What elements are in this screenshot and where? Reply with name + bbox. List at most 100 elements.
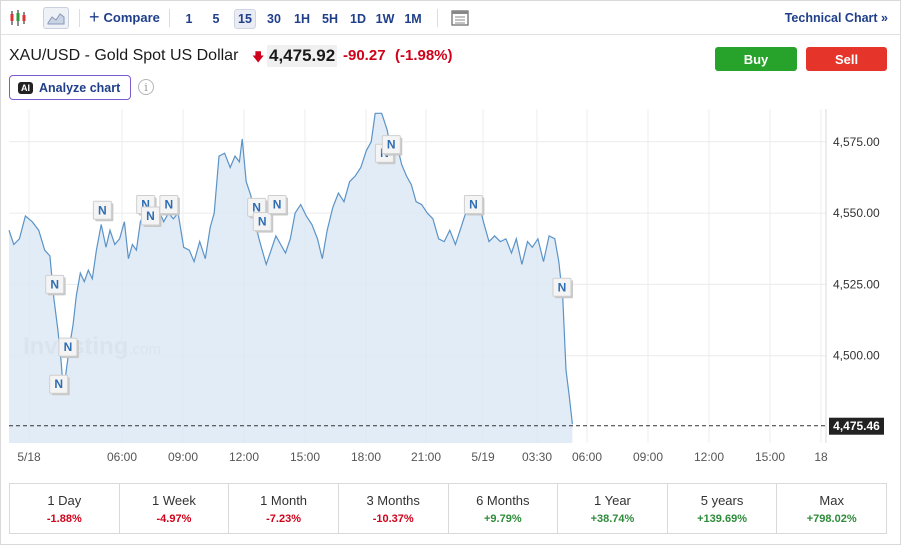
period-change: +38.74% [590,513,635,525]
x-tick-label: 09:00 [633,450,663,464]
news-marker-label: N [98,203,107,217]
chart-toolbar: + Compare 1 5 15 30 1H 5H 1D 1W 1M Techn… [1,1,900,35]
info-icon[interactable]: i [138,79,154,95]
news-marker[interactable]: N [45,274,66,296]
current-price-label: 4,475.46 [833,419,880,433]
y-tick-label: 4,550.00 [833,206,880,220]
period-1-month[interactable]: 1 Month -7.23% [229,484,339,533]
x-axis: 5/18 06:00 09:00 12:00 15:00 18:00 21:00 5/19 03… [17,450,828,464]
period-1-year[interactable]: 1 Year +38.74% [558,484,668,533]
news-marker[interactable]: N [58,337,79,359]
period-6-months[interactable]: 6 Months +9.79% [449,484,559,533]
last-price: 4,475.92 [267,45,338,67]
candlestick-chart-icon[interactable] [7,7,29,29]
timeframe-1d[interactable]: 1D [347,9,369,29]
x-tick-label: 15:00 [290,450,320,464]
period-max[interactable]: Max +798.02% [777,484,886,533]
period-5-years[interactable]: 5 years +139.69% [668,484,778,533]
period-1-day[interactable]: 1 Day -1.88% [10,484,120,533]
compare-button[interactable]: + Compare [89,7,160,27]
x-tick-label: 15:00 [755,450,785,464]
news-marker[interactable]: N [267,195,289,216]
toolbar-divider [79,9,80,27]
timeframe-5h[interactable]: 5H [319,9,341,29]
ai-badge: AI [18,81,33,94]
news-marker[interactable]: N [140,206,162,227]
table-view-icon[interactable] [449,7,471,29]
y-tick-label: 4,575.00 [833,135,880,149]
period-change: -4.97% [156,513,192,525]
instrument-title: XAU/USD - Gold Spot US Dollar [9,47,239,64]
timeframe-1h[interactable]: 1H [291,9,313,29]
timeframe-1[interactable]: 1 [182,9,196,29]
y-tick-label: 4,525.00 [833,277,880,291]
period-change: +798.02% [806,513,857,525]
period-label: 1 Week [152,493,196,508]
news-marker[interactable]: N [252,212,274,233]
period-change: +9.79% [484,513,522,525]
timeframe-5[interactable]: 5 [209,9,223,29]
technical-chart-link[interactable]: Technical Chart » [785,11,888,25]
period-change: -10.37% [372,513,414,525]
sell-button[interactable]: Sell [806,47,887,71]
news-marker[interactable]: N [463,195,485,216]
period-label: 1 Month [260,493,308,508]
news-marker[interactable]: N [49,374,70,396]
toolbar-divider [437,9,438,27]
x-tick-label: 18:00 [351,450,381,464]
x-tick-label: 12:00 [694,450,724,464]
performance-periods: 1 Day -1.88% 1 Week -4.97% 1 Month -7.23% 3 Mo… [9,483,887,534]
news-marker-label: N [258,215,267,229]
news-marker-label: N [165,198,174,212]
period-1-week[interactable]: 1 Week -4.97% [120,484,230,533]
x-tick-label: 06:00 [572,450,602,464]
period-change: -1.88% [46,513,82,525]
x-tick-label: 18 [814,450,828,464]
area-chart-icon[interactable] [43,7,69,29]
news-marker-label: N [50,277,59,291]
period-change: -7.23% [266,513,301,525]
period-change: +139.69% [697,513,747,525]
x-tick-label: 5/19 [471,450,495,464]
news-marker[interactable]: N [92,200,114,222]
news-marker[interactable]: N [552,277,573,299]
timeframe-1w[interactable]: 1W [374,9,396,29]
period-label: 6 Months [476,493,530,508]
buy-button[interactable]: Buy [715,47,797,71]
period-label: 1 Year [594,493,631,508]
analyze-chart-button[interactable]: AI Analyze chart [9,75,131,100]
arrow-down-icon: 🡇 [252,50,265,64]
period-label: 3 Months [366,493,420,508]
plus-icon: + [89,7,100,27]
x-tick-label: 09:00 [168,450,198,464]
compare-label: Compare [103,10,160,25]
x-tick-label: 12:00 [229,450,259,464]
timeframe-30[interactable]: 30 [263,9,285,29]
chart-widget: + Compare 1 5 15 30 1H 5H 1D 1W 1M Techn… [0,0,901,545]
y-tick-label: 4,500.00 [833,349,880,363]
period-label: 5 years [700,493,744,508]
news-marker-label: N [64,340,73,354]
period-3-months[interactable]: 3 Months -10.37% [339,484,449,533]
news-marker-label: N [469,198,478,212]
x-tick-label: 5/18 [17,450,41,464]
news-marker-label: N [54,377,63,391]
period-label: 1 Day [47,493,82,508]
news-marker-label: N [146,209,155,223]
analyze-chart-label: Analyze chart [39,80,121,95]
timeframe-15[interactable]: 15 [234,9,256,29]
x-tick-label: 21:00 [411,450,441,464]
news-marker-label: N [558,280,567,294]
timeframe-1m[interactable]: 1M [402,9,424,29]
news-marker[interactable]: N [159,195,180,216]
news-marker[interactable]: N [381,135,403,156]
x-tick-label: 06:00 [107,450,137,464]
news-marker-label: N [387,138,396,152]
price-change-percent: (-1.98%) [395,47,453,64]
period-label: Max [819,493,844,508]
toolbar-divider [169,9,170,27]
x-tick-label: 03:30 [522,450,552,464]
price-chart[interactable]: Investing.com NNNNNNNNNNNNNN 4,475.464,5… [1,109,900,471]
price-change: -90.27 [343,47,386,64]
news-marker-label: N [273,198,282,212]
